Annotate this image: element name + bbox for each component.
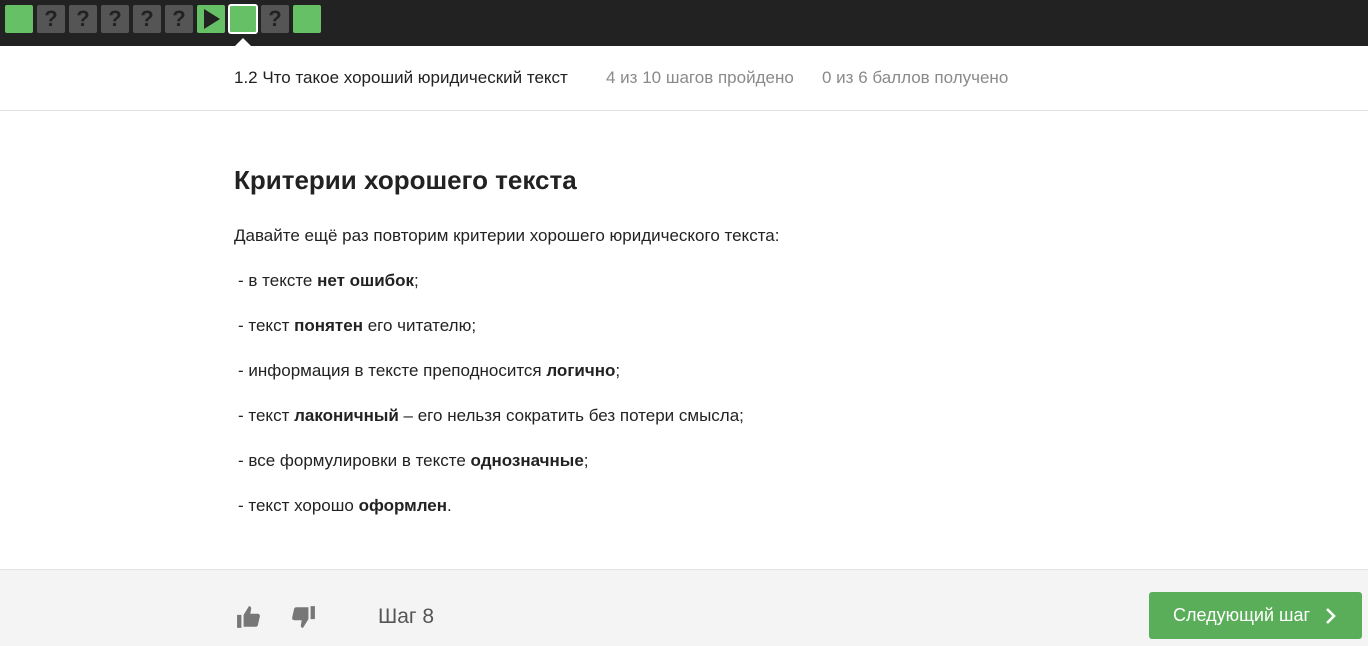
item-bold-text: нет ошибок: [317, 271, 415, 290]
question-icon: ?: [140, 6, 154, 31]
lesson-progress: 4 из 10 шагов пройдено: [606, 68, 794, 87]
item-text: - все формулировки в тексте: [238, 451, 471, 470]
step-6-button[interactable]: ?: [165, 5, 193, 33]
item-text: - текст: [238, 316, 295, 335]
item-text: - текст: [238, 406, 295, 425]
step-content: Критерии хорошего текста Давайте ещё раз…: [234, 165, 1134, 540]
chevron-right-icon: [1326, 607, 1336, 624]
criteria-item: - текст понятен его читателю;: [234, 315, 1134, 337]
item-bold-text: понятен: [294, 316, 363, 335]
step-navigation-bar: ? ? ? ? ? ?: [0, 0, 1368, 47]
criteria-item: - текст лаконичный – его нельзя сократит…: [234, 405, 1134, 427]
item-text: .: [447, 496, 452, 515]
step-list: ? ? ? ? ? ?: [5, 4, 321, 47]
item-text: его читателю;: [362, 316, 477, 335]
thumbs-down-icon[interactable]: [290, 604, 316, 630]
step-3-button[interactable]: ?: [69, 5, 97, 33]
step-footer: Шаг 8 Следующий шаг: [0, 569, 1368, 646]
step-5-button[interactable]: ?: [133, 5, 161, 33]
criteria-item: - информация в тексте преподносится логи…: [234, 360, 1134, 382]
step-2-button[interactable]: ?: [37, 5, 65, 33]
question-icon: ?: [44, 6, 58, 31]
thumbs-up-icon[interactable]: [236, 604, 262, 630]
question-icon: ?: [108, 6, 122, 31]
item-text: ;: [414, 271, 419, 290]
item-text: - текст хорошо: [238, 496, 359, 515]
step-8-button[interactable]: [228, 4, 258, 47]
item-text: ;: [583, 451, 589, 470]
step-1-button[interactable]: [5, 5, 33, 33]
lesson-header: 1.2 Что такое хороший юридический текст …: [0, 46, 1368, 111]
item-bold-text: однозначные: [470, 451, 584, 470]
question-icon: ?: [172, 6, 186, 31]
question-icon: ?: [76, 6, 90, 31]
criteria-item: - все формулировки в тексте однозначные;: [234, 450, 1134, 472]
item-text: ;: [615, 361, 621, 380]
item-text: – его нельзя сократить без потери смысла…: [398, 406, 744, 425]
content-intro: Давайте ещё раз повторим критерии хороше…: [234, 226, 780, 245]
step-4-button[interactable]: ?: [101, 5, 129, 33]
content-heading: Критерии хорошего текста: [234, 165, 577, 195]
item-text: - в тексте: [238, 271, 318, 290]
question-icon: ?: [268, 6, 282, 31]
item-bold-text: оформлен: [358, 496, 448, 515]
step-number-label: Шаг 8: [378, 605, 435, 628]
next-step-button[interactable]: Следующий шаг: [1149, 592, 1362, 639]
item-bold-text: логично: [546, 361, 616, 380]
step-7-button[interactable]: [197, 5, 225, 33]
play-icon: [204, 9, 220, 29]
item-text: - информация в тексте преподносится: [238, 361, 547, 380]
criteria-item: - текст хорошо оформлен.: [234, 495, 1134, 517]
step-10-button[interactable]: [293, 5, 321, 33]
item-bold-text: лаконичный: [294, 406, 399, 425]
lesson-score: 0 из 6 баллов получено: [822, 68, 1009, 87]
lesson-title[interactable]: 1.2 Что такое хороший юридический текст: [234, 68, 568, 88]
criteria-item: - в тексте нет ошибок;: [234, 270, 1134, 292]
next-step-label: Следующий шаг: [1172, 605, 1311, 625]
step-9-button[interactable]: ?: [261, 5, 289, 33]
